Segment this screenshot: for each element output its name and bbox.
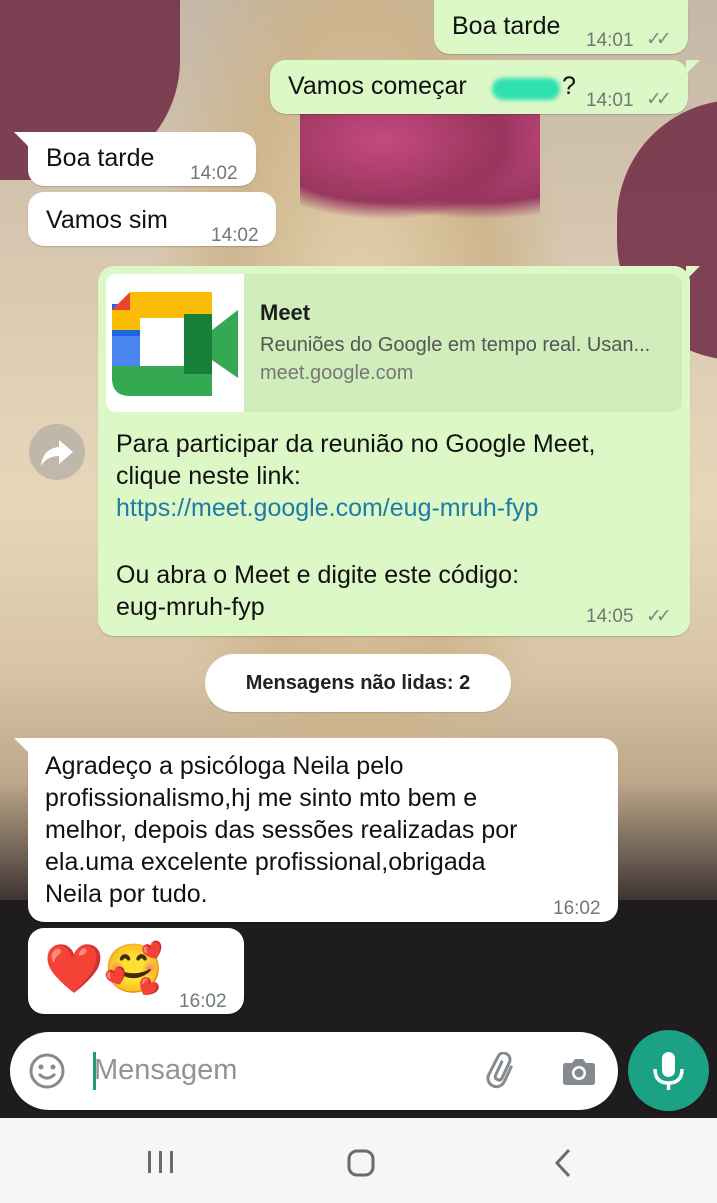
bubble-tail <box>686 266 700 280</box>
bubble-tail <box>686 60 700 74</box>
camera-icon[interactable] <box>560 1052 598 1095</box>
message-text: Boa tarde <box>46 144 155 172</box>
emoji-message: ❤️🥰 <box>44 943 164 996</box>
read-ticks-icon: ✓✓ <box>646 89 672 110</box>
mic-icon <box>653 1052 684 1090</box>
message-text: Vamos sim <box>46 206 168 234</box>
message-time: 14:01 <box>586 30 634 51</box>
message-input[interactable]: Mensagem <box>94 1054 237 1087</box>
message-text-end: ? <box>562 72 576 100</box>
message-text: Vamos começar <box>288 72 467 100</box>
paperclip-icon[interactable] <box>484 1051 522 1095</box>
message-bubble-outgoing[interactable]: Vamos começar ? 14:01 ✓✓ <box>270 60 688 114</box>
mic-button[interactable] <box>628 1030 709 1111</box>
message-text: profissionalismo,hj me sinto mto bem e <box>45 784 478 812</box>
forward-button[interactable] <box>29 424 85 480</box>
message-bubble-incoming[interactable]: ❤️🥰 16:02 <box>28 928 244 1014</box>
unread-messages-banner: Mensagens não lidas: 2 <box>205 654 511 712</box>
emoji-icon[interactable] <box>28 1052 66 1095</box>
message-text: Para participar da reunião no Google Mee… <box>116 430 596 458</box>
link-preview-description: Reuniões do Google em tempo real. Usan..… <box>260 334 651 356</box>
link-preview-title: Meet <box>260 300 311 325</box>
message-text: melhor, depois das sessões realizadas po… <box>45 816 518 844</box>
message-text: eug-mruh-fyp <box>116 593 265 621</box>
link-preview-card[interactable]: Meet Reuniões do Google em tempo real. U… <box>106 274 682 412</box>
message-text: Ou abra o Meet e digite este código: <box>116 561 520 589</box>
message-bubble-incoming[interactable]: Agradeço a psicóloga Neila pelo profissi… <box>28 738 618 922</box>
redacted-blur <box>492 78 560 100</box>
message-time: 16:02 <box>179 991 227 1012</box>
message-text: ela.uma excelente profissional,obrigada <box>45 848 486 876</box>
message-time: 14:02 <box>190 163 238 184</box>
forward-icon <box>41 440 73 466</box>
message-time: 14:02 <box>211 225 259 246</box>
google-meet-logo <box>106 274 244 412</box>
message-text: clique neste link: <box>116 462 301 490</box>
message-time: 16:02 <box>553 898 601 919</box>
bubble-tail <box>14 738 28 752</box>
bubble-tail <box>14 132 28 146</box>
back-icon[interactable] <box>552 1147 574 1184</box>
meet-link[interactable]: https://meet.google.com/eug-mruh-fyp <box>116 494 538 523</box>
message-bubble-incoming[interactable]: Vamos sim 14:02 <box>28 192 276 246</box>
read-ticks-icon: ✓✓ <box>646 29 672 50</box>
message-bubble-outgoing[interactable]: Boa tarde 14:01 ✓✓ <box>434 0 688 54</box>
link-preview-domain: meet.google.com <box>260 362 414 384</box>
message-bubble-incoming[interactable]: Boa tarde 14:02 <box>28 132 256 186</box>
message-time: 14:01 <box>586 90 634 111</box>
message-text: Neila por tudo. <box>45 880 208 908</box>
message-text: Boa tarde <box>452 12 561 40</box>
message-text: Agradeço a psicóloga Neila pelo <box>45 752 404 780</box>
home-icon[interactable] <box>346 1148 376 1183</box>
system-navigation-bar <box>0 1118 717 1203</box>
read-ticks-icon: ✓✓ <box>646 606 672 627</box>
recent-apps-icon[interactable] <box>146 1149 176 1180</box>
message-composer[interactable]: Mensagem <box>10 1032 618 1110</box>
message-time: 14:05 <box>586 606 634 627</box>
